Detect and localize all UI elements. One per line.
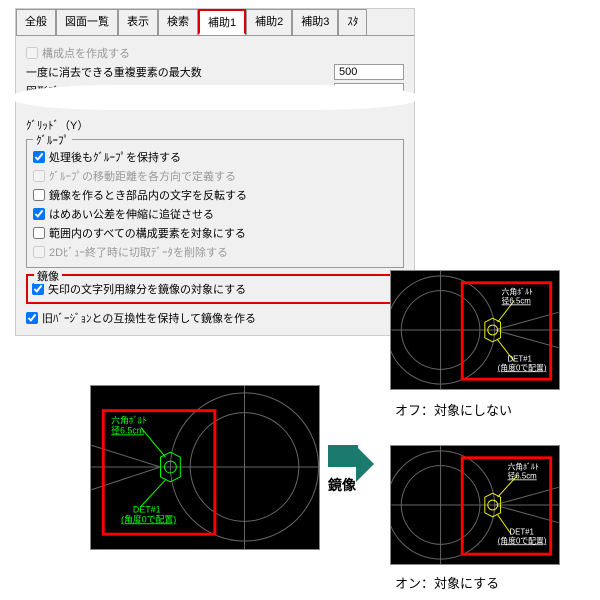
svg-text:六角ﾎﾞﾙﾄ: 六角ﾎﾞﾙﾄ bbox=[111, 415, 147, 426]
tab-general[interactable]: 全般 bbox=[16, 9, 56, 35]
svg-text:六角ﾎﾞﾙﾄ: 六角ﾎﾞﾙﾄ bbox=[502, 287, 534, 297]
lbl-compose: 構成点を作成する bbox=[42, 45, 130, 61]
input-maxdup[interactable]: 500 bbox=[334, 64, 404, 80]
caption-off: オフ：対象にしない bbox=[395, 400, 512, 419]
settings-dialog: 全般 図面一覧 表示 検索 補助1 補助2 補助3 ｽﾀ 構成点を作成する 一度… bbox=[15, 8, 415, 336]
lbl-compat: 旧ﾊﾞｰｼﾞｮﾝとの互換性を保持して鏡像を作る bbox=[42, 310, 256, 326]
lbl-cut2d: 2Dﾋﾞｭｰ終了時に切取ﾃﾞｰﾀを削除する bbox=[49, 244, 228, 260]
tab-content: 構成点を作成する 一度に消去できる重複要素の最大数500 図形ﾃﾞｰﾀを保存する… bbox=[16, 36, 414, 335]
tab-aux2[interactable]: 補助2 bbox=[246, 9, 292, 35]
chk-mirror-arrow[interactable] bbox=[32, 283, 44, 295]
group-title: ｸﾞﾙｰﾌﾟ bbox=[33, 132, 72, 148]
lbl-mirror-arrow: 矢印の文字列用線分を鏡像の対象にする bbox=[48, 281, 246, 297]
chk-cut2d bbox=[33, 246, 45, 258]
chk-keep[interactable] bbox=[33, 151, 45, 163]
svg-text:DET#1: DET#1 bbox=[507, 354, 531, 363]
tab-style[interactable]: ｽﾀ bbox=[338, 9, 367, 35]
lbl-range: 範囲内のすべての構成要素を対象にする bbox=[49, 225, 246, 241]
cad-preview-source: 六角ﾎﾞﾙﾄ 径6.5cm DET#1 (角度0で配置) bbox=[90, 385, 320, 550]
mirror-box: 鏡像 矢印の文字列用線分を鏡像の対象にする bbox=[26, 274, 404, 304]
tab-aux1[interactable]: 補助1 bbox=[198, 9, 246, 35]
arrow-label: 鏡像 bbox=[328, 475, 356, 495]
torn-edge bbox=[10, 85, 420, 110]
tab-display[interactable]: 表示 bbox=[118, 9, 158, 35]
svg-text:径6.5cm: 径6.5cm bbox=[502, 295, 532, 305]
svg-text:(角度0で配置): (角度0で配置) bbox=[498, 362, 547, 372]
svg-text:径6.5cm: 径6.5cm bbox=[507, 470, 537, 480]
chk-mirrortext[interactable] bbox=[33, 189, 45, 201]
cad-preview-off: 六角ﾎﾞﾙﾄ 径6.5cm DET#1 (角度0で配置) bbox=[390, 270, 560, 390]
mirror-title: 鏡像 bbox=[34, 268, 62, 284]
chk-range[interactable] bbox=[33, 227, 45, 239]
lbl-maxdup: 一度に消去できる重複要素の最大数 bbox=[26, 64, 330, 80]
tab-aux3[interactable]: 補助3 bbox=[292, 9, 338, 35]
svg-text:径6.5cm: 径6.5cm bbox=[111, 424, 144, 435]
svg-text:(角度0で配置): (角度0で配置) bbox=[121, 513, 176, 524]
svg-text:DET#1: DET#1 bbox=[133, 504, 161, 514]
tab-bar: 全般 図面一覧 表示 検索 補助1 補助2 補助3 ｽﾀ bbox=[16, 9, 414, 36]
svg-text:DET#1: DET#1 bbox=[509, 528, 533, 537]
caption-on: オン：対象にする bbox=[395, 573, 499, 592]
group-box: ｸﾞﾙｰﾌﾟ 処理後もｸﾞﾙｰﾌﾟを保持する ｸﾞﾙｰﾌﾟの移動距離を各方向で定… bbox=[26, 139, 404, 268]
cad-preview-on: 六角ﾎﾞﾙﾄ 径6.5cm DET#1 (角度0で配置) bbox=[390, 445, 560, 565]
chk-compose bbox=[26, 47, 38, 59]
lbl-mirrortext: 鏡像を作るとき部品内の文字を反転する bbox=[49, 187, 247, 203]
lbl-fit: はめあい公差を伸縮に追従させる bbox=[49, 206, 214, 222]
lbl-keep: 処理後もｸﾞﾙｰﾌﾟを保持する bbox=[49, 149, 181, 165]
tab-search[interactable]: 検索 bbox=[158, 9, 198, 35]
svg-text:(角度0で配置): (角度0で配置) bbox=[498, 535, 547, 545]
chk-move bbox=[33, 170, 45, 182]
lbl-grid: ｸﾞﾘｯﾄﾞ（Y） bbox=[26, 117, 88, 133]
tab-drawings[interactable]: 図面一覧 bbox=[56, 9, 118, 35]
chk-compat[interactable] bbox=[26, 312, 38, 324]
svg-text:六角ﾎﾞﾙﾄ: 六角ﾎﾞﾙﾄ bbox=[507, 462, 539, 472]
lbl-move: ｸﾞﾙｰﾌﾟの移動距離を各方向で定義する bbox=[49, 168, 236, 184]
chk-fit[interactable] bbox=[33, 208, 45, 220]
